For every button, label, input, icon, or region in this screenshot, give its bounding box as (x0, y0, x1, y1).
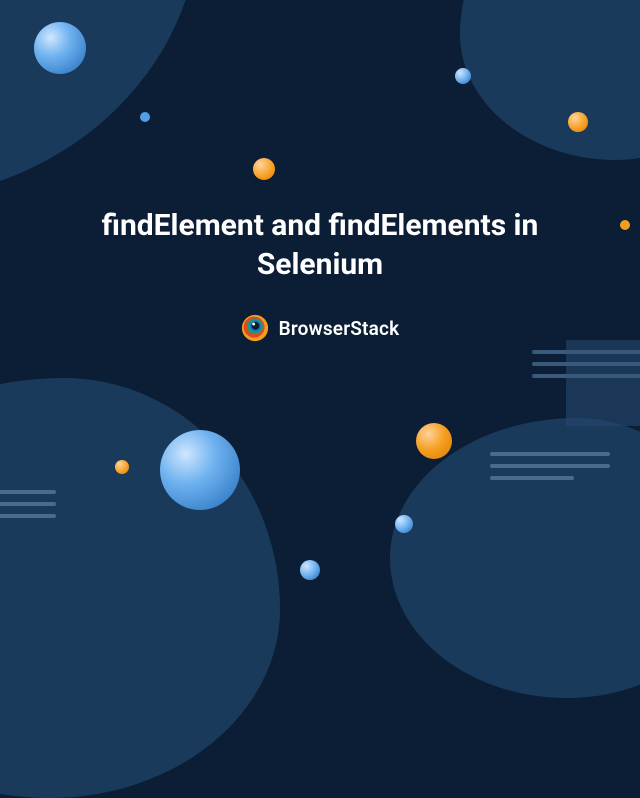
promo-graphic: findElement and findElements in Selenium… (0, 0, 640, 578)
browserstack-logo-icon (241, 314, 269, 342)
brand-row: BrowserStack (241, 314, 400, 342)
content-area: findElement and findElements in Selenium… (0, 0, 640, 578)
brand-name: BrowserStack (279, 317, 400, 340)
page-title: findElement and findElements in Selenium (40, 206, 600, 284)
